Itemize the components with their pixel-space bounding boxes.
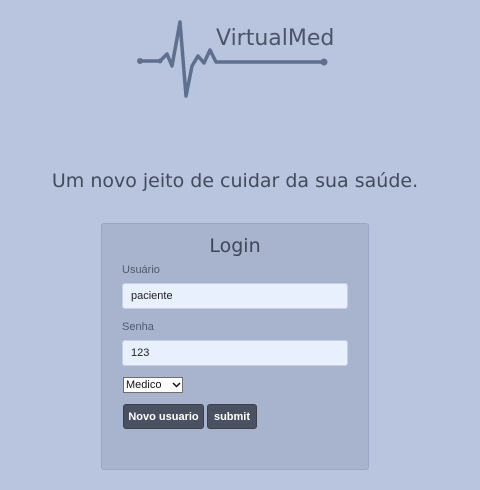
login-title: Login	[209, 235, 261, 257]
password-input[interactable]	[122, 340, 348, 366]
new-user-button[interactable]: Novo usuario	[123, 404, 204, 429]
username-input[interactable]	[122, 283, 348, 309]
brand-name: VirtualMed	[216, 26, 335, 51]
password-label: Senha	[122, 321, 154, 333]
submit-button[interactable]: submit	[207, 404, 257, 429]
brand-logo: VirtualMed	[136, 20, 336, 100]
page-tagline: Um novo jeito de cuidar da sua saúde.	[51, 170, 419, 192]
username-label: Usuário	[122, 264, 160, 276]
role-select-value: Medico	[126, 379, 162, 391]
role-select[interactable]: Medico	[123, 377, 183, 393]
chevron-down-icon	[170, 378, 182, 392]
login-card: Login Usuário Senha Medico Novo usuario …	[101, 223, 369, 470]
